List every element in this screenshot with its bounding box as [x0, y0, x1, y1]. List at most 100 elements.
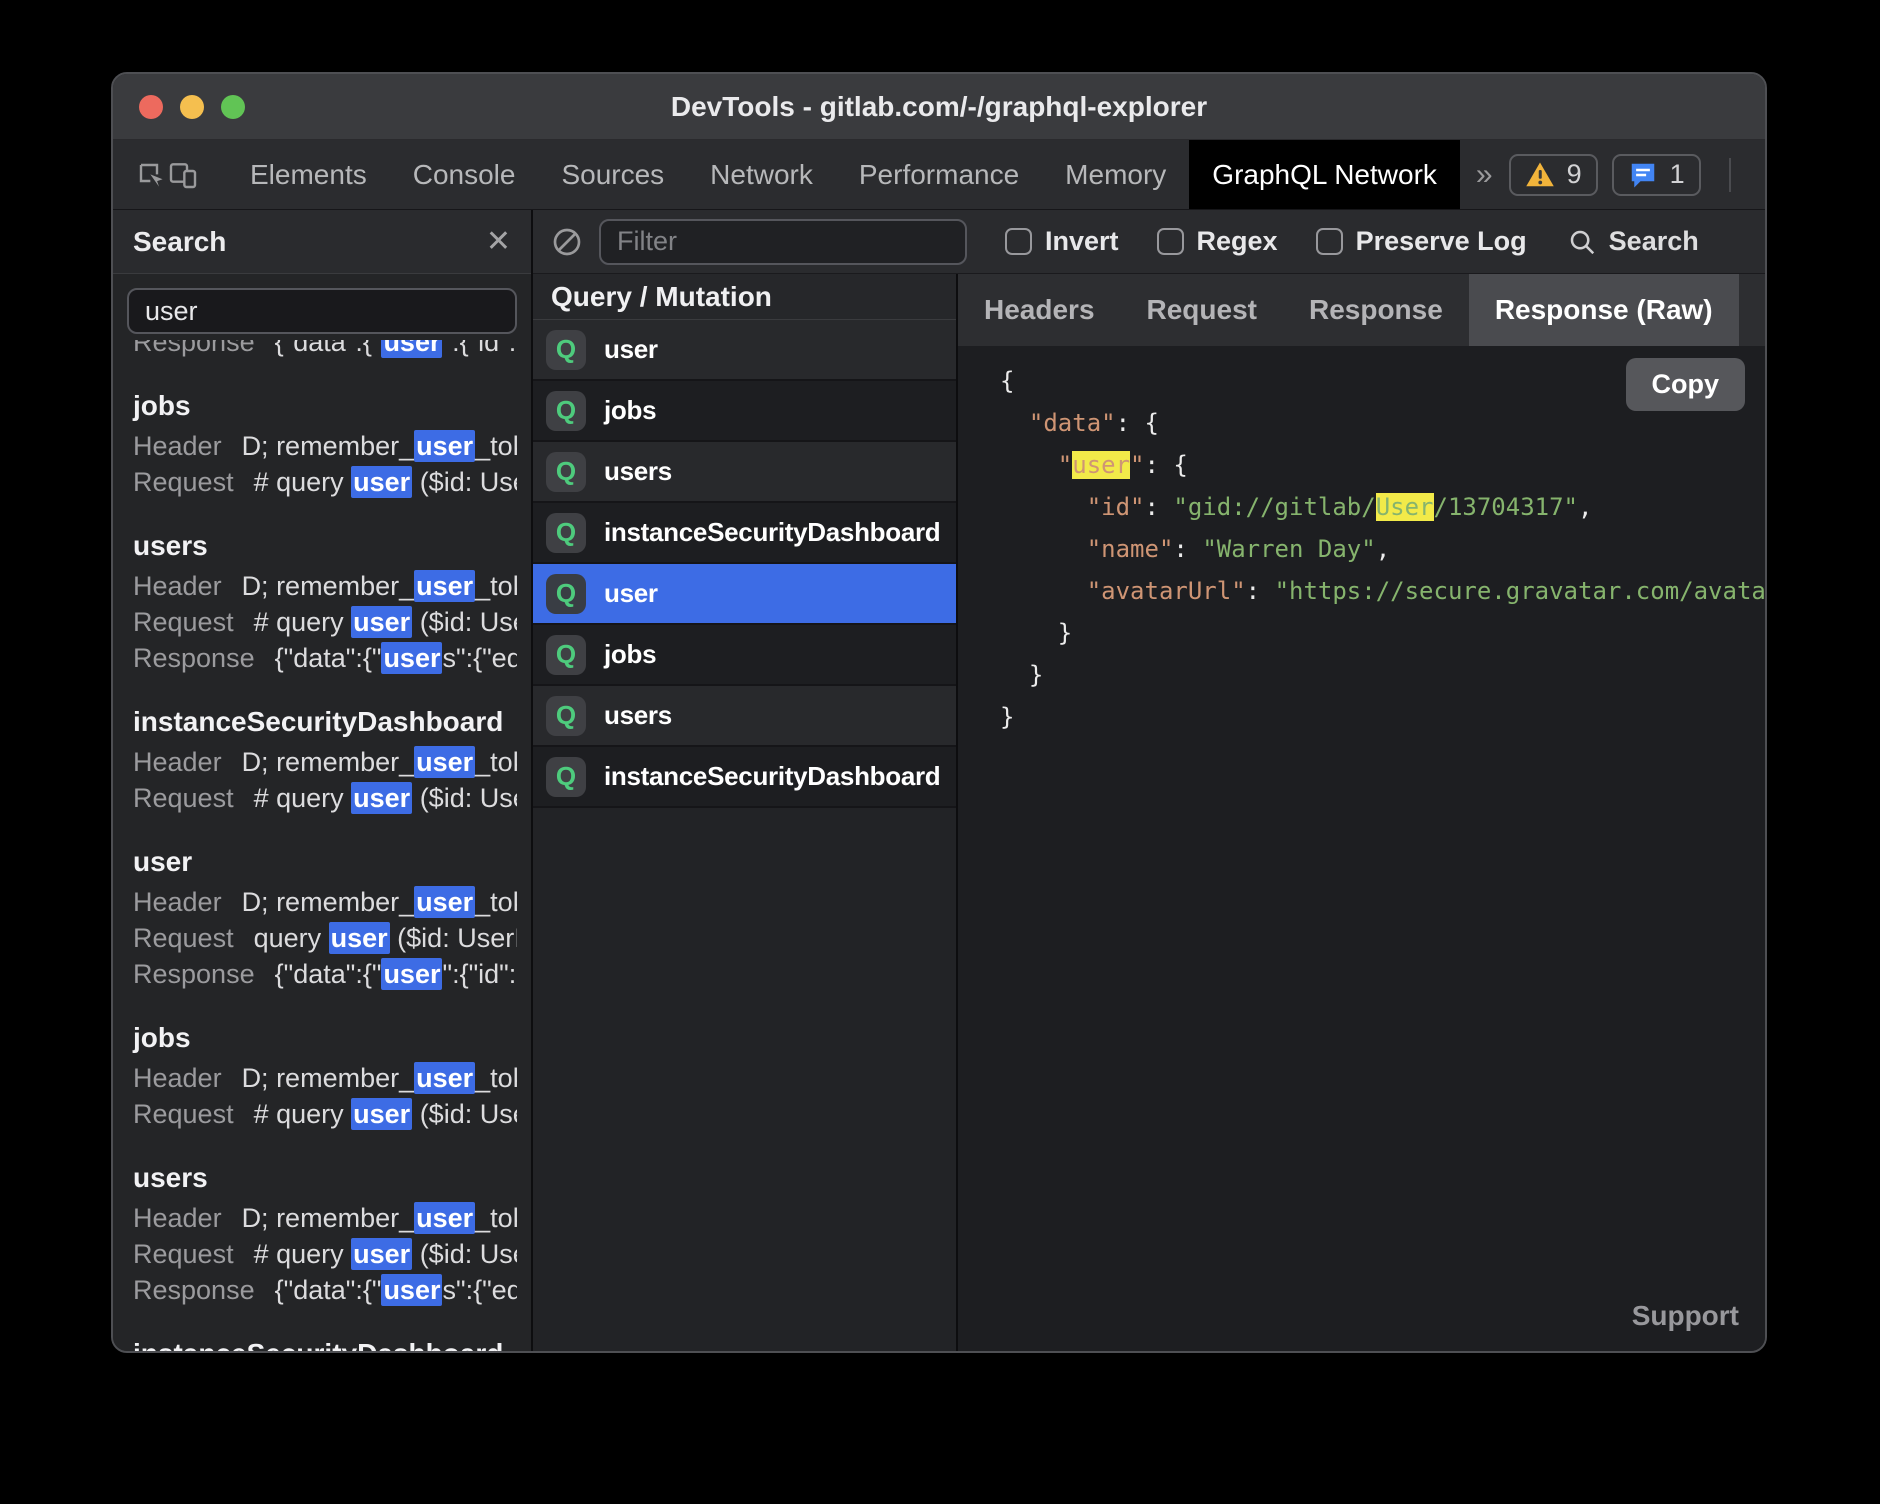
main-content: Search ✕ Response{"data":{"user":{"id":"…: [113, 210, 1765, 1351]
response-raw-view: Copy { "data": { "user": { "id": "gid://…: [958, 346, 1765, 1351]
result-line-value: # query user ($id: UserI: [254, 606, 517, 638]
tab-sources[interactable]: Sources: [538, 140, 687, 209]
query-row-users[interactable]: Qusers: [533, 442, 956, 503]
support-link[interactable]: Support: [1632, 1295, 1739, 1337]
settings-gear-icon[interactable]: [1759, 158, 1767, 192]
result-line-label: Request: [133, 1099, 234, 1129]
result-text: D; remember_: [242, 1063, 415, 1093]
result-line[interactable]: Request# query user ($id: UserI: [133, 1096, 511, 1132]
clear-icon[interactable]: [551, 226, 583, 258]
json-token: :: [1145, 493, 1174, 521]
detail-tab-response[interactable]: Response: [1283, 274, 1469, 346]
query-row-label: users: [604, 700, 672, 731]
query-row-jobs[interactable]: Qjobs: [533, 625, 956, 686]
json-token: : {: [1116, 409, 1159, 437]
result-text: ($id: UserI: [412, 783, 517, 813]
result-line-label: Header: [133, 747, 222, 777]
json-token: }: [1000, 619, 1072, 647]
search-toggle[interactable]: Search: [1567, 226, 1699, 257]
tab-elements[interactable]: Elements: [227, 140, 390, 209]
result-line[interactable]: HeaderD; remember_user_token=e: [133, 428, 511, 464]
result-line[interactable]: HeaderD; remember_user_token=e: [133, 568, 511, 604]
result-line[interactable]: Response{"data":{"users":{"edges: [133, 640, 511, 676]
invert-checkbox-group[interactable]: Invert: [1005, 226, 1119, 257]
regex-checkbox[interactable]: [1157, 228, 1184, 255]
match-highlight: user: [351, 606, 412, 638]
search-result-section: jobsHeaderD; remember_user_token=eReques…: [133, 1016, 511, 1132]
search-input[interactable]: [127, 288, 517, 334]
result-line-label: Header: [133, 571, 222, 601]
tab-console[interactable]: Console: [390, 140, 539, 209]
search-panel-close-icon[interactable]: ✕: [486, 227, 511, 257]
query-row-users[interactable]: Qusers: [533, 686, 956, 747]
copy-button[interactable]: Copy: [1626, 358, 1746, 411]
query-row-instancesecuritydashboard[interactable]: QinstanceSecurityDashboard: [533, 503, 956, 564]
result-line-label: Header: [133, 1063, 222, 1093]
detail-tab-request[interactable]: Request: [1121, 274, 1283, 346]
json-line: "name": "Warren Day",: [1000, 528, 1765, 570]
result-text: ":{"id":"gid: [442, 340, 517, 357]
json-line: }: [1000, 654, 1765, 696]
zoom-window-button[interactable]: [221, 95, 245, 119]
result-line[interactable]: HeaderD; remember_user_token=e: [133, 884, 511, 920]
device-toolbar-icon[interactable]: [167, 140, 199, 209]
tab-network[interactable]: Network: [687, 140, 836, 209]
match-highlight: user: [351, 1238, 412, 1270]
result-line[interactable]: Response{"data":{"users":{"edges: [133, 1272, 511, 1308]
tab-memory[interactable]: Memory: [1042, 140, 1189, 209]
invert-checkbox[interactable]: [1005, 228, 1032, 255]
filter-bar: Invert Regex Preserve Log: [533, 210, 1765, 274]
result-line[interactable]: Request# query user ($id: UserI: [133, 464, 511, 500]
result-text: ($id: UserI: [412, 607, 517, 637]
json-token: : {: [1145, 451, 1188, 479]
detail-tab-bar: HeadersRequestResponseResponse (Raw) ✕: [958, 274, 1765, 346]
result-line-value: {"data":{"users":{"edges: [275, 642, 517, 674]
json-token: "Warren Day": [1202, 535, 1375, 563]
query-row-jobs[interactable]: Qjobs: [533, 381, 956, 442]
result-line-value: {"data":{"users":{"edges: [275, 1274, 517, 1306]
result-query-name: user: [133, 840, 511, 884]
result-line[interactable]: Response{"data":{"user":{"id":"gid: [133, 956, 511, 992]
result-line[interactable]: Request# query user ($id: UserI: [133, 604, 511, 640]
result-line-value: # query user ($id: UserI: [254, 1098, 517, 1130]
result-line[interactable]: Request# query user ($id: UserI: [133, 1236, 511, 1272]
result-line[interactable]: Response{"data":{"user":{"id":"gid: [133, 340, 511, 360]
result-line-value: # query user ($id: UserI: [254, 782, 517, 814]
result-line[interactable]: HeaderD; remember_user_token=e: [133, 1200, 511, 1236]
query-row-user[interactable]: Quser: [533, 564, 956, 625]
result-text: _token=e: [475, 431, 517, 461]
result-text: s":{"edges: [442, 1275, 517, 1305]
minimize-window-button[interactable]: [180, 95, 204, 119]
detail-panel: HeadersRequestResponseResponse (Raw) ✕ C…: [958, 274, 1765, 1351]
query-row-label: user: [604, 578, 658, 609]
inspect-element-icon[interactable]: [135, 140, 167, 209]
detail-close-icon[interactable]: ✕: [1739, 293, 1767, 328]
detail-tab-response-raw[interactable]: Response (Raw): [1469, 274, 1739, 346]
result-text: {"data":{": [275, 340, 382, 357]
preserve-log-checkbox-group[interactable]: Preserve Log: [1316, 226, 1527, 257]
tab-graphql-network[interactable]: GraphQL Network: [1189, 140, 1460, 209]
regex-checkbox-group[interactable]: Regex: [1157, 226, 1278, 257]
result-line[interactable]: HeaderD; remember_user_token=e: [133, 744, 511, 780]
json-token: :: [1246, 577, 1275, 605]
result-line-label: Response: [133, 340, 255, 357]
filter-input[interactable]: [599, 219, 967, 265]
preserve-log-checkbox[interactable]: [1316, 228, 1343, 255]
detail-tab-headers[interactable]: Headers: [958, 274, 1121, 346]
query-row-label: jobs: [604, 395, 656, 426]
query-row-instancesecuritydashboard[interactable]: QinstanceSecurityDashboard: [533, 747, 956, 808]
search-result-section: instanceSecurityDashboardHeaderD; rememb…: [133, 1332, 511, 1351]
query-row-user[interactable]: Quser: [533, 320, 956, 381]
title-bar: DevTools - gitlab.com/-/graphql-explorer: [113, 74, 1765, 140]
json-token: ": [1130, 451, 1144, 479]
result-line[interactable]: Requestquery user ($id: UserI: [133, 920, 511, 956]
more-tabs-chevron-icon[interactable]: »: [1460, 158, 1509, 192]
search-result-section: userHeaderD; remember_user_token=eReques…: [133, 840, 511, 992]
warnings-badge[interactable]: 9: [1509, 154, 1598, 196]
tab-performance[interactable]: Performance: [836, 140, 1042, 209]
result-line[interactable]: HeaderD; remember_user_token=e: [133, 1060, 511, 1096]
close-window-button[interactable]: [139, 95, 163, 119]
result-line[interactable]: Request# query user ($id: UserI: [133, 780, 511, 816]
result-query-name: instanceSecurityDashboard: [133, 1332, 511, 1351]
messages-badge[interactable]: 1: [1612, 154, 1701, 196]
